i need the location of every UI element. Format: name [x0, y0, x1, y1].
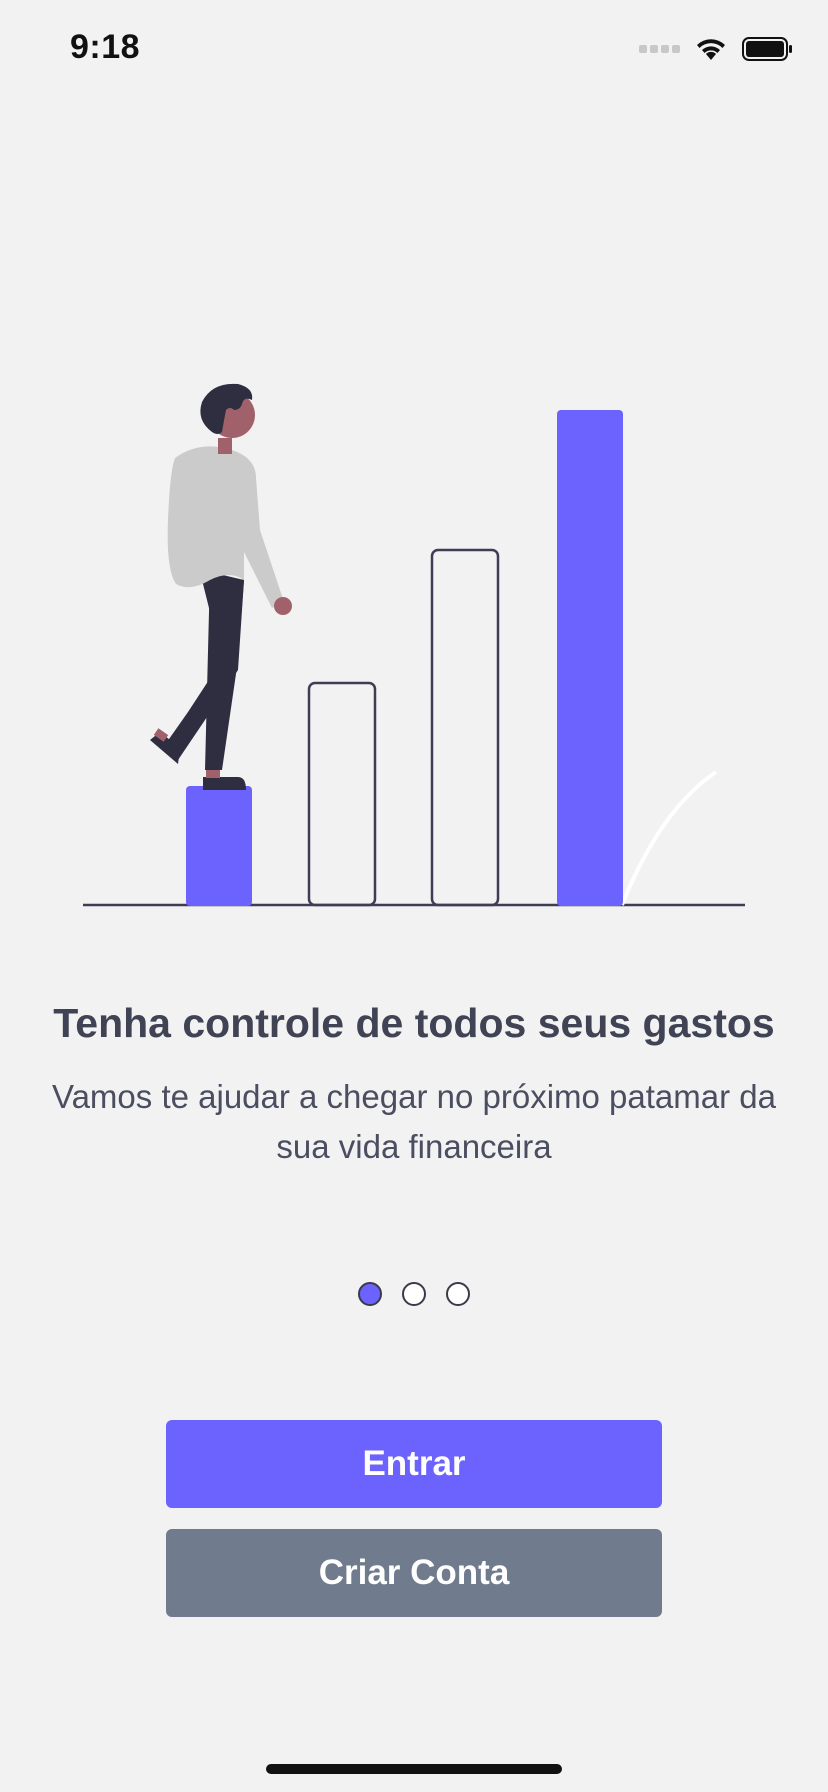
wifi-icon [697, 39, 725, 60]
bar-3 [430, 548, 500, 907]
person-figure [150, 383, 292, 790]
create-account-button[interactable]: Criar Conta [166, 1529, 662, 1617]
battery-icon [742, 37, 792, 61]
onboarding-subtitle: Vamos te ajudar a chegar no próximo pata… [52, 1078, 776, 1165]
bar-2 [307, 681, 377, 907]
bar-1 [186, 786, 252, 906]
status-icons [639, 36, 794, 62]
onboarding-title: Tenha controle de todos seus gastos [53, 1000, 775, 1046]
page-dot-1[interactable] [358, 1282, 382, 1306]
status-bar: 9:18 [0, 0, 828, 100]
page-dot-2[interactable] [402, 1282, 426, 1306]
login-button[interactable]: Entrar [166, 1420, 662, 1508]
decorative-arc [620, 770, 718, 906]
page-dot-3[interactable] [446, 1282, 470, 1306]
bar-4 [557, 410, 623, 906]
signal-icon [639, 45, 680, 53]
page-indicator [0, 1282, 828, 1306]
growth-chart-illustration [83, 383, 745, 907]
home-indicator[interactable] [266, 1764, 562, 1774]
status-time: 9:18 [70, 28, 141, 66]
